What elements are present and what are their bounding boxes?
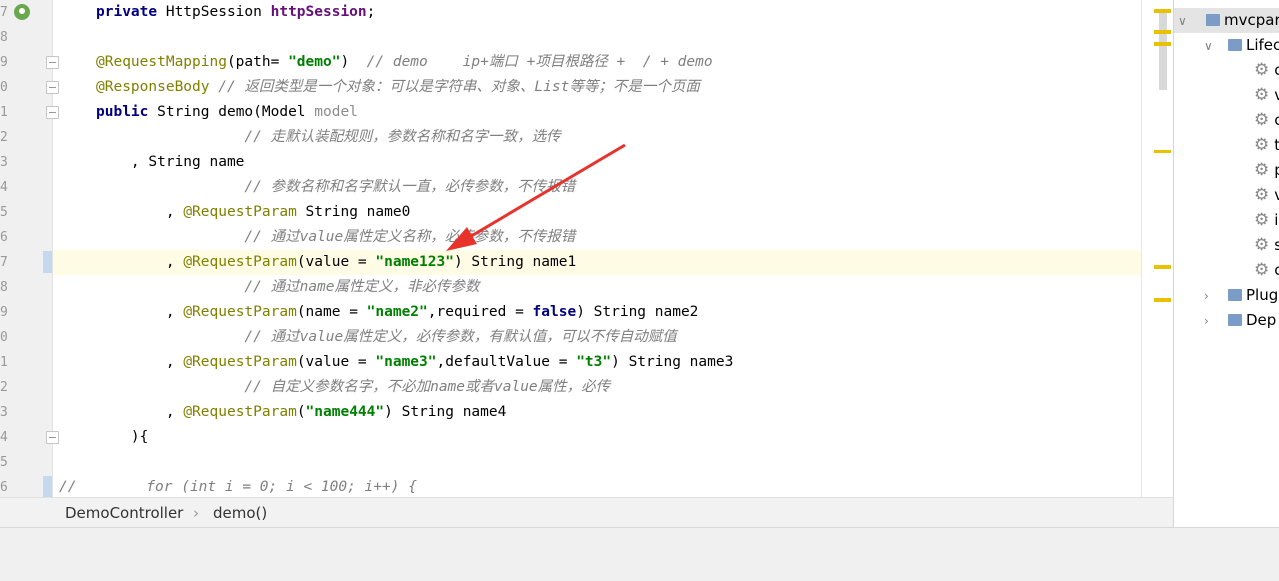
tree-item-goal[interactable]: ⚙ i	[1254, 208, 1278, 233]
warning-marker[interactable]	[1154, 30, 1171, 34]
warning-marker[interactable]	[1154, 298, 1171, 302]
warning-marker[interactable]	[1154, 150, 1171, 153]
code-line: @RequestMapping(path= "demo") // demo ip…	[96, 54, 713, 70]
code-line: ){	[96, 429, 149, 445]
error-stripe-scrollbar[interactable]	[1142, 0, 1173, 497]
scroll-thumb[interactable]	[1159, 10, 1167, 90]
tree-item-goal[interactable]: ⚙c	[1254, 258, 1279, 283]
code-line: // 通过name属性定义，非必传参数	[244, 279, 480, 295]
tree-item-plugins[interactable]: › Plug	[1174, 283, 1279, 308]
code-line: // 通过value属性定义名称，必传参数，不传报错	[244, 229, 576, 245]
chevron-right-icon[interactable]: ›	[1204, 284, 1209, 309]
tree-item-label: mvcpara	[1224, 11, 1279, 29]
gear-icon: ⚙	[1254, 235, 1270, 255]
status-bar	[0, 527, 1279, 581]
tree-item-goal[interactable]: ⚙v	[1254, 183, 1279, 208]
tree-item-label: Lifec	[1246, 36, 1279, 54]
tree-item-goal[interactable]: ⚙p	[1254, 158, 1279, 183]
folder-icon	[1228, 289, 1242, 301]
folder-icon	[1228, 314, 1242, 326]
chevron-right-icon[interactable]: ›	[1204, 309, 1209, 334]
gear-icon: ⚙	[1254, 85, 1270, 105]
current-code-line: , @RequestParam(value = "name123") Strin…	[53, 250, 1141, 275]
tree-item-goal[interactable]: ⚙c	[1254, 58, 1279, 83]
code-line: private HttpSession httpSession;	[96, 4, 376, 20]
tree-item-root[interactable]: ∨ mvcpara	[1174, 8, 1279, 33]
warning-marker[interactable]	[1154, 265, 1171, 269]
tree-item-lifecycle[interactable]: ∨ Lifec	[1174, 33, 1279, 58]
tree-item-goal[interactable]: ⚙c	[1254, 108, 1279, 133]
code-line: , @RequestParam String name0	[96, 204, 411, 220]
code-area[interactable]: private HttpSession httpSession; @Reques…	[53, 0, 1141, 497]
gear-icon: ⚙	[1254, 135, 1270, 155]
gear-icon: ⚙	[1254, 260, 1270, 280]
tree-item-goal[interactable]: ⚙v	[1254, 83, 1279, 108]
code-line: , @RequestParam(value = "name3",defaultV…	[96, 354, 734, 370]
code-line: , @RequestParam("name444") String name4	[96, 404, 507, 420]
breadcrumb-class[interactable]: DemoController	[65, 504, 183, 522]
warning-marker[interactable]	[1154, 42, 1171, 46]
code-line: public String demo(Model model	[96, 104, 358, 120]
tree-item-goal[interactable]: ⚙t	[1254, 133, 1279, 158]
chevron-down-icon[interactable]: ∨	[1204, 34, 1213, 59]
code-line: // for (int i = 0; i < 100; i++) {	[59, 479, 417, 495]
maven-project-icon	[1206, 14, 1220, 26]
warning-marker[interactable]	[1154, 9, 1171, 13]
code-line: // 自定义参数名字，不必加name或者value属性，必传	[244, 379, 611, 395]
breadcrumb-separator-icon: ›	[193, 504, 199, 522]
code-line: , String name	[96, 154, 245, 170]
folder-icon	[1228, 39, 1242, 51]
change-marker[interactable]	[43, 251, 52, 273]
code-line: // 参数名称和名字默认一直，必传参数，不传报错	[244, 179, 576, 195]
gear-icon: ⚙	[1254, 60, 1270, 80]
tree-item-label: Dep	[1246, 311, 1277, 329]
chevron-down-icon[interactable]: ∨	[1178, 9, 1187, 34]
code-line: , @RequestParam(name = "name2",required …	[96, 304, 699, 320]
code-line: // 走默认装配规则，参数名称和名字一致，选传	[244, 129, 561, 145]
code-line: @ResponseBody // 返回类型是一个对象：可以是字符串、对象、Lis…	[96, 79, 700, 95]
code-editor[interactable]: 7 8 9 0 1 2 3 4 5 6 7 8 9 0 1 2 3 4 5 6 …	[0, 0, 1173, 497]
gear-icon: ⚙	[1254, 160, 1270, 180]
gear-icon: ⚙	[1254, 185, 1270, 205]
breadcrumb-method[interactable]: demo()	[213, 504, 267, 522]
breadcrumb: DemoController › demo()	[0, 497, 1173, 527]
change-marker[interactable]	[43, 476, 52, 497]
gear-icon: ⚙	[1254, 210, 1270, 230]
maven-tool-window: ∨ mvcpara ∨ Lifec ⚙c ⚙v ⚙c ⚙t ⚙p ⚙v ⚙i ⚙…	[1173, 0, 1279, 527]
tree-item-goal[interactable]: ⚙s	[1254, 233, 1279, 258]
tree-item-dependencies[interactable]: › Dep	[1174, 308, 1279, 333]
gear-icon: ⚙	[1254, 110, 1270, 130]
code-line: // 通过value属性定义，必传参数，有默认值，可以不传自动赋值	[244, 329, 677, 345]
tree-item-label: Plug	[1246, 286, 1279, 304]
